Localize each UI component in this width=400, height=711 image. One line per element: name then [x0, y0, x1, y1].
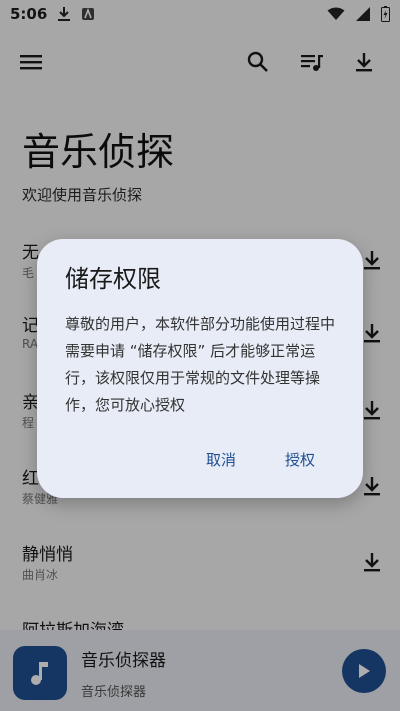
permission-dialog: 储存权限 尊敬的用户，本软件部分功能使用过程中需要申请 “储存权限” 后才能够正…: [37, 239, 363, 498]
grant-button[interactable]: 授权: [279, 445, 321, 474]
cancel-button[interactable]: 取消: [200, 445, 242, 474]
dialog-title: 储存权限: [65, 265, 161, 293]
dialog-message: 尊敬的用户，本软件部分功能使用过程中需要申请 “储存权限” 后才能够正常运行，该…: [65, 315, 336, 414]
